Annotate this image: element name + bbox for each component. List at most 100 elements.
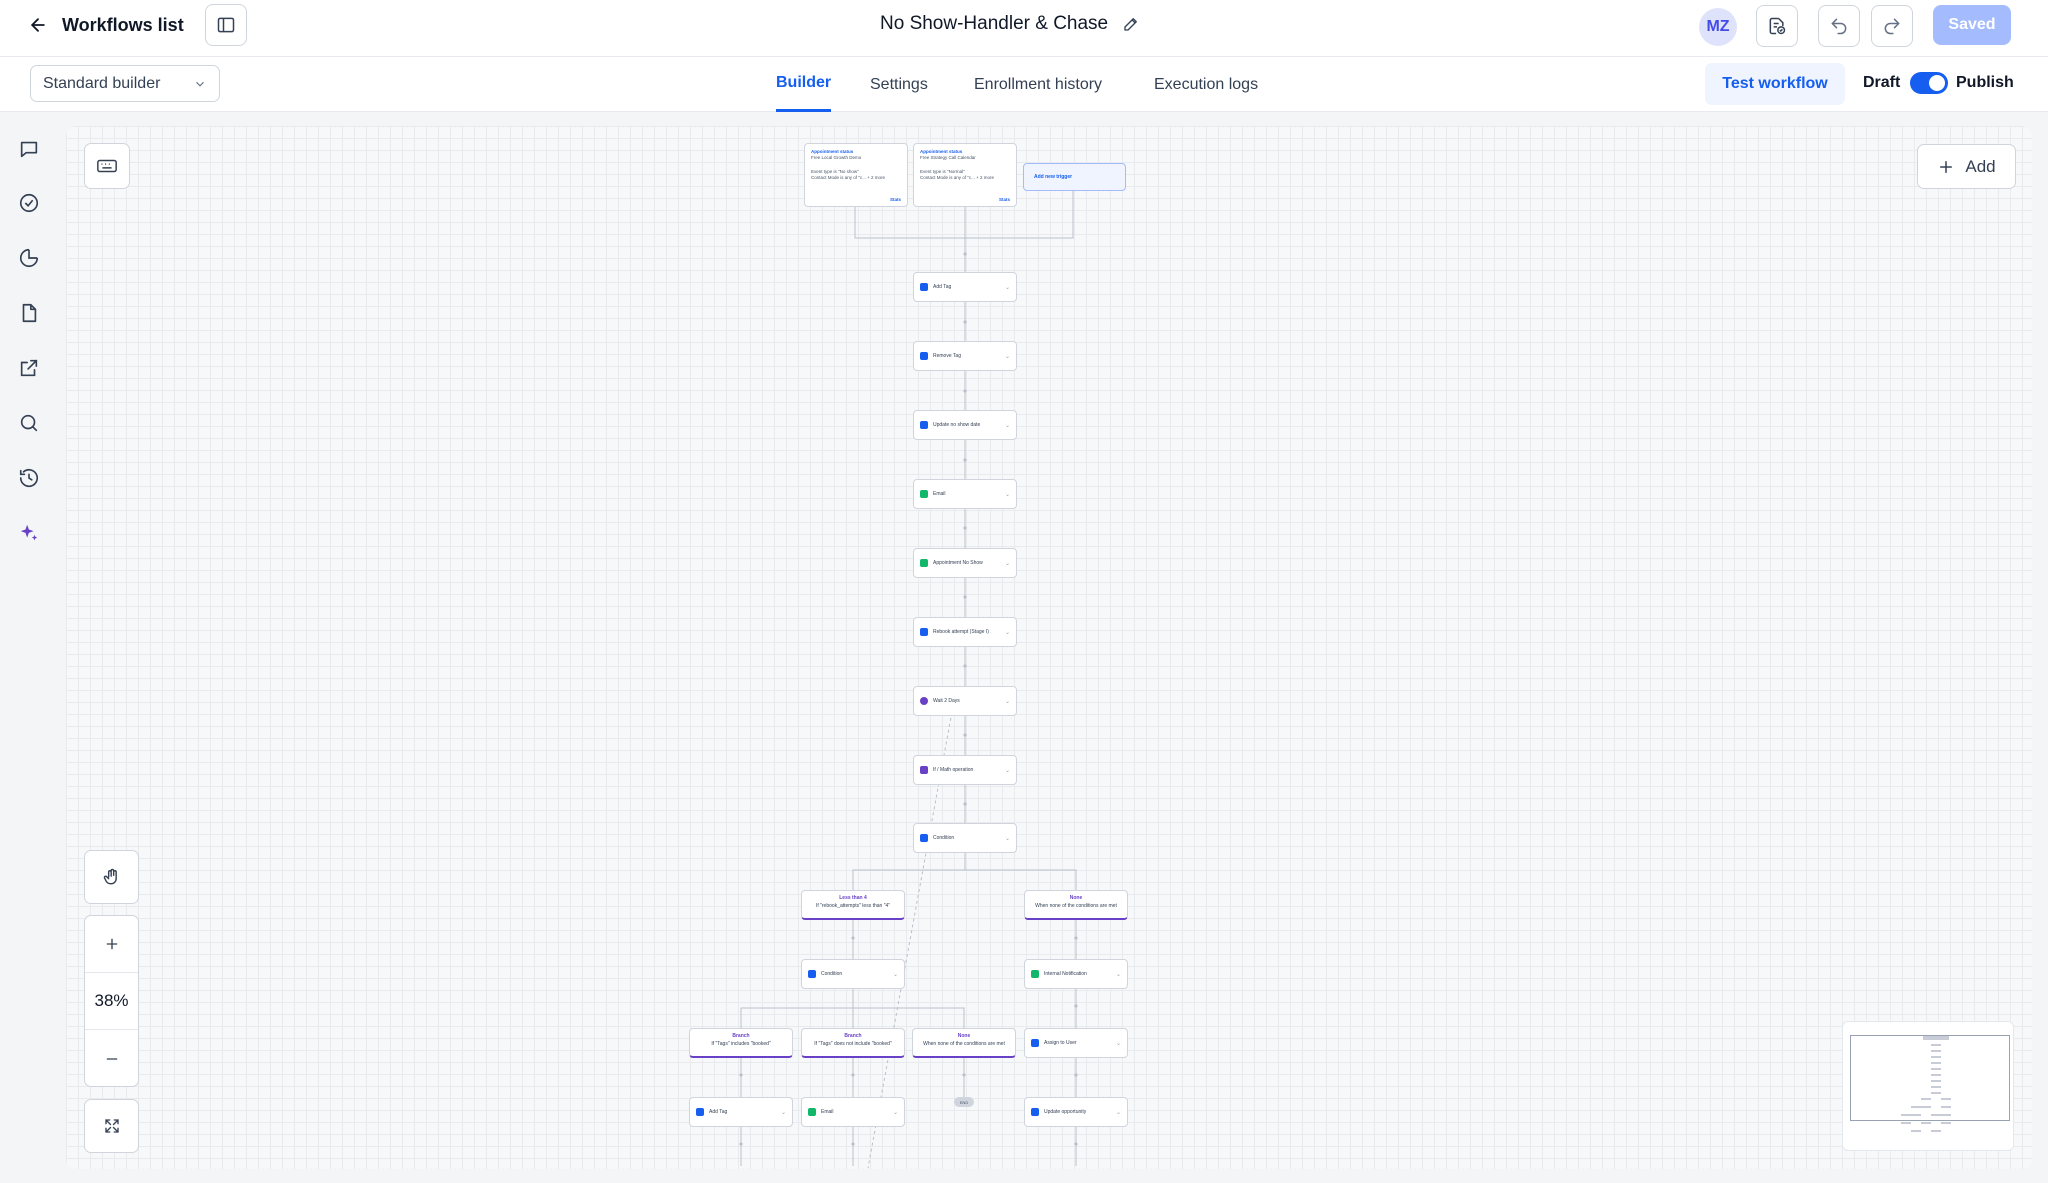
action-node[interactable]: Wait 2 Days ⌄ [913,686,1017,716]
external-link-icon[interactable] [16,355,42,381]
check-circle-icon[interactable] [16,190,42,216]
trigger-filter-2: Contact Mode is any of "c... + 2 more [920,175,995,181]
undo-button[interactable] [1818,5,1860,47]
action-node[interactable]: Add Tag ⌄ [689,1097,793,1127]
pie-chart-icon[interactable] [16,245,42,271]
action-label: Internal Notification [1044,971,1087,977]
action-node[interactable]: Update no show date ⌄ [913,410,1017,440]
condition-node[interactable]: Condition ⌄ [913,823,1017,853]
action-node[interactable]: Email ⌄ [801,1097,905,1127]
history-icon[interactable] [16,465,42,491]
action-node[interactable]: Add Tag ⌄ [913,272,1017,302]
branch-name: Branch [844,1033,862,1039]
builder-mode-select[interactable]: Standard builder [30,65,220,102]
sidebar-panel-icon [217,17,235,33]
trigger-card[interactable]: Appointment status Free Local Growth Dem… [804,143,908,207]
action-node[interactable]: Update opportunity ⌄ [1024,1097,1128,1127]
action-label: Email [933,491,946,497]
trigger-stats-link[interactable]: Stats [999,197,1010,203]
add-node-label: Add [1965,156,1996,176]
action-node[interactable]: If / Math operation ⌄ [913,755,1017,785]
branch-node[interactable]: Less than 4 If "rebook_attempts" less th… [801,890,905,920]
action-icon [920,352,928,360]
publish-toggle[interactable] [1910,72,1948,94]
toggle-sidebar-button[interactable] [205,4,247,46]
workflow-title-group: No Show-Handler & Chase [880,8,1140,40]
top-header: Workflows list No Show-Handler & Chase M… [0,0,2048,57]
search-icon[interactable] [16,410,42,436]
branch-node[interactable]: Branch If "Tags" does not include "booke… [801,1028,905,1058]
avatar[interactable]: MZ [1699,8,1737,46]
zoom-level: 38% [94,991,129,1010]
add-node-button[interactable]: Add [1917,144,2016,189]
zoom-in-button[interactable] [85,916,138,973]
minimap[interactable] [1842,1021,2014,1151]
chevron-down-icon: ⌄ [1004,422,1010,429]
chevron-down-icon: ⌄ [1004,698,1010,705]
chevron-down-icon: ⌄ [1004,491,1010,498]
zoom-out-button[interactable] [85,1030,138,1087]
branch-description: When none of the conditions are met [1035,902,1117,909]
action-node[interactable]: Assign to User ⌄ [1024,1028,1128,1058]
trigger-subtitle: Free Strategy Call Calendar [920,155,976,161]
redo-button[interactable] [1871,5,1913,47]
workflow-canvas[interactable] [66,126,2032,1169]
chevron-down-icon: ⌄ [1115,1040,1121,1047]
action-node[interactable]: Remove Tag ⌄ [913,341,1017,371]
builder-tab-bar: Standard builder Builder Settings Enroll… [0,57,2048,112]
action-label: Wait 2 Days [933,698,960,704]
branch-node[interactable]: None When none of the conditions are met [912,1028,1016,1058]
action-label: If / Math operation [933,767,974,773]
tab-builder[interactable]: Builder [776,57,832,112]
plus-icon [106,938,117,950]
branch-name: None [957,1033,971,1039]
chevron-down-icon: ⌄ [892,971,898,978]
action-node[interactable]: Email ⌄ [913,479,1017,509]
keyboard-shortcuts-button[interactable] [84,143,130,189]
action-icon [920,421,928,429]
draft-label: Draft [1863,74,1901,91]
add-trigger-button[interactable]: Add new trigger [1023,163,1126,191]
sparkle-icon[interactable] [16,520,42,546]
trigger-card[interactable]: Appointment status Free Strategy Call Ca… [913,143,1017,207]
branch-description: If "Tags" includes "booked" [711,1040,771,1047]
left-tool-rail [0,113,59,1183]
action-label: Update opportunity [1044,1109,1087,1115]
action-label: Add Tag [933,284,952,290]
hand-icon [103,868,117,885]
chat-icon[interactable] [16,136,42,162]
action-label: Update no show date [933,422,981,428]
publish-label: Publish [1956,74,2014,91]
back-to-workflows-link[interactable]: Workflows list [28,10,184,40]
fit-view-button[interactable] [84,1099,139,1153]
condition-node[interactable]: Condition ⌄ [801,959,905,989]
action-node[interactable]: Internal Notification ⌄ [1024,959,1128,989]
action-label: Rebook attempt (Stage I) [933,629,989,635]
action-label: Assign to User [1044,1040,1077,1046]
action-icon [920,628,928,636]
pan-mode-button[interactable] [84,850,139,904]
minimap-flow-preview [1901,1036,1951,1132]
test-workflow-button[interactable]: Test workflow [1705,63,1845,105]
tab-execution-logs[interactable]: Execution logs [1154,57,1258,112]
chevron-down-icon: ⌄ [1115,1109,1121,1116]
action-icon [920,559,928,567]
action-node[interactable]: Rebook attempt (Stage I) ⌄ [913,617,1017,647]
workflow-notes-button[interactable] [1756,5,1798,47]
redo-icon [1884,18,1900,35]
tab-enrollment-history[interactable]: Enrollment history [974,57,1102,112]
trigger-stats-link[interactable]: Stats [890,197,901,203]
branch-node[interactable]: Branch If "Tags" includes "booked" [689,1028,793,1058]
zoom-controls: 38% [84,915,139,1087]
action-node[interactable]: Appointment No Show ⌄ [913,548,1017,578]
undo-icon [1831,18,1847,35]
document-icon[interactable] [16,300,42,326]
chevron-down-icon: ⌄ [1004,767,1010,774]
branch-node[interactable]: None When none of the conditions are met [1024,890,1128,920]
expand-icon [104,1119,119,1133]
pencil-edit-icon[interactable] [1122,15,1140,33]
tab-settings[interactable]: Settings [870,57,928,112]
chevron-down-icon: ⌄ [892,1109,898,1116]
saved-button[interactable]: Saved [1933,5,2011,45]
action-icon [808,1108,816,1116]
